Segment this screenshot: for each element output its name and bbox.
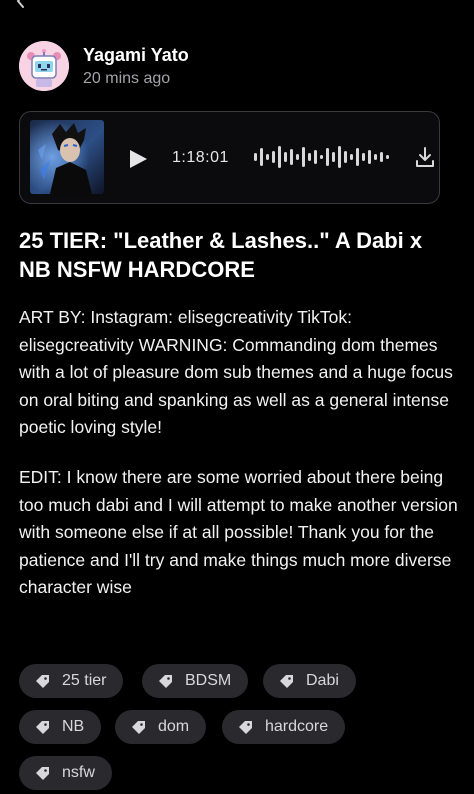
- tag-icon: [239, 720, 252, 734]
- post-body-paragraph: EDIT: I know there are some worried abou…: [19, 467, 458, 597]
- download-icon[interactable]: [415, 146, 435, 168]
- tag-chip-nsfw[interactable]: nsfw: [19, 756, 112, 790]
- tag-icon: [280, 674, 293, 688]
- audio-duration: 1:18:01: [172, 149, 229, 166]
- audio-cover-art: [30, 120, 104, 194]
- tag-label: hardcore: [265, 718, 329, 735]
- tag-label: NB: [62, 718, 85, 735]
- audio-player[interactable]: 1:18:01: [19, 111, 440, 204]
- post-title: 25 TIER: "Leather & Lashes.." A Dabi x N…: [19, 228, 423, 282]
- tag-chip-bdsm[interactable]: BDSM: [142, 664, 249, 698]
- tag-label: BDSM: [185, 672, 232, 689]
- tag-label: nsfw: [62, 764, 95, 781]
- author-meta: Yagami Yato 20 mins ago: [83, 43, 189, 89]
- waveform-icon[interactable]: [252, 143, 392, 171]
- play-icon[interactable]: [128, 149, 148, 169]
- tag-icon: [36, 674, 49, 688]
- tag-label: dom: [158, 718, 190, 735]
- tag-icon: [36, 720, 49, 734]
- tag-icon: [36, 766, 49, 780]
- post-header: Yagami Yato 20 mins ago: [19, 41, 189, 91]
- tag-icon: [159, 674, 172, 688]
- tag-chip-nb[interactable]: NB: [19, 710, 102, 744]
- tag-label: 25 tier: [62, 672, 107, 689]
- post-timestamp: 20 mins ago: [83, 70, 171, 87]
- tag-label: Dabi: [306, 672, 339, 689]
- post-body-paragraph: ART BY: Instagram: elisegcreativity TikT…: [19, 307, 453, 437]
- robot-avatar-icon: [19, 41, 69, 91]
- tag-chip-hardcore[interactable]: hardcore: [222, 710, 346, 744]
- tag-icon: [132, 720, 145, 734]
- chevron-left-icon[interactable]: [14, 0, 28, 8]
- tag-chip-25-tier[interactable]: 25 tier: [19, 664, 124, 698]
- avatar[interactable]: [19, 41, 69, 91]
- author-name[interactable]: Yagami Yato: [83, 43, 189, 67]
- tag-chip-dabi[interactable]: Dabi: [263, 664, 356, 698]
- tag-chip-dom[interactable]: dom: [115, 710, 207, 744]
